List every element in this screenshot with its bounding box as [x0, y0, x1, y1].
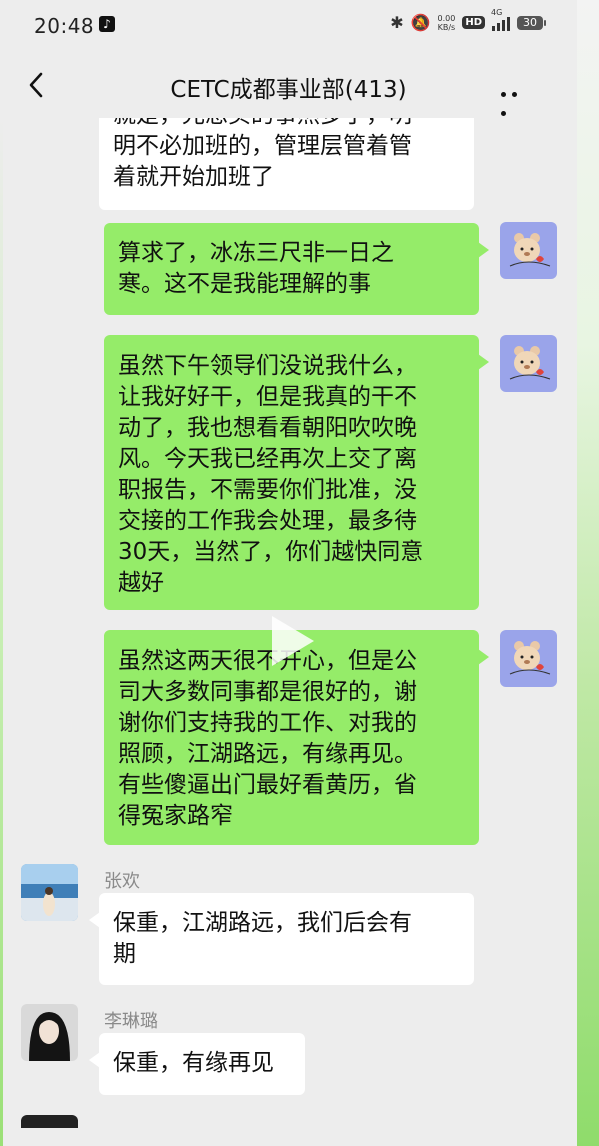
message-text-line: 着就开始加班了: [113, 164, 274, 190]
message-text-line: 30天，当然了，你们越快同意: [118, 539, 424, 565]
message-text-line: 谢你们支持我的工作、对我的: [118, 710, 417, 736]
bear-icon: [509, 233, 551, 267]
message-bubble[interactable]: 保重，江湖路远，我们后会有 期: [89, 893, 474, 985]
chat-header: CETC成都事业部(413): [0, 52, 577, 118]
portrait-photo-avatar: [21, 1004, 78, 1061]
network-speed: 0.00 KB/s: [438, 14, 456, 32]
my-avatar[interactable]: [500, 222, 557, 279]
message-text-line: 算求了，冰冻三尺非一日之: [118, 240, 394, 266]
my-avatar[interactable]: [500, 630, 557, 687]
message-text-line: 动了，我也想看看朝阳吹吹晚: [118, 415, 417, 441]
message-text-line: 风。今天我已经再次上交了离: [118, 446, 417, 472]
hd-badge: HD: [462, 16, 485, 29]
chat-area[interactable]: 就是，光想买的事然多了，明 明不必加班的，管理层管着管 着就开始加班了 算求了，…: [0, 118, 577, 1128]
status-icons: ✱ 🔕 0.00 KB/s HD 4G 30: [390, 8, 546, 32]
more-options-icon[interactable]: [501, 82, 531, 116]
message-text-line: 越好: [118, 570, 164, 596]
message-text-line: 保重，江湖路远，我们后会有: [113, 910, 412, 936]
message-text-line: 司大多数同事都是很好的，谢: [118, 679, 417, 705]
message-text-line: 寒。这不是我能理解的事: [118, 271, 371, 297]
message-bubble[interactable]: 算求了，冰冻三尺非一日之 寒。这不是我能理解的事: [104, 223, 489, 315]
bear-icon: [509, 346, 551, 380]
tiktok-icon: ♪: [99, 16, 115, 32]
sender-avatar[interactable]: [21, 1004, 78, 1061]
mute-icon: 🔕: [410, 13, 431, 32]
page-edge-gradient: [577, 0, 599, 1146]
message-text-line: 就是，光想买的事然多了，明: [113, 118, 460, 131]
chat-title: CETC成都事业部(413): [170, 77, 407, 103]
status-bar: 20:48 ♪ ✱ 🔕 0.00 KB/s HD 4G 30: [0, 0, 577, 52]
message-text-line: 明不必加班的，管理层管着管: [113, 133, 412, 159]
message-text-line: 职报告，不需要你们批准，没: [118, 477, 417, 503]
sender-name: 张欢: [104, 871, 140, 892]
play-icon[interactable]: [272, 616, 314, 666]
network-type: 4G: [491, 7, 503, 17]
message-bubble[interactable]: 就是，光想买的事然多了，明 明不必加班的，管理层管着管 着就开始加班了: [99, 118, 474, 210]
message-bubble[interactable]: 保重，有缘再见: [89, 1033, 305, 1095]
message-text-line: 虽然下午领导们没说我什么，: [118, 353, 417, 379]
message-text-line: 让我好好干，但是我真的干不: [118, 384, 417, 410]
sender-name: 李琳璐: [104, 1011, 158, 1032]
status-time: 20:48: [34, 14, 95, 38]
bluetooth-icon: ✱: [390, 13, 404, 32]
network-speed-unit: KB/s: [437, 22, 456, 32]
network-speed-value: 0.00: [437, 13, 456, 23]
next-avatar-partial: [21, 1115, 78, 1128]
message-text-line: 保重，有缘再见: [113, 1050, 274, 1076]
message-text-line: 有些傻逼出门最好看黄历，省: [118, 772, 417, 798]
signal-icon: 4G: [491, 8, 510, 31]
message-text-line: 得冤家路窄: [118, 803, 233, 829]
message-bubble[interactable]: 虽然下午领导们没说我什么， 让我好好干，但是我真的干不 动了，我也想看看朝阳吹吹…: [104, 335, 489, 610]
sender-avatar[interactable]: [21, 864, 78, 921]
bear-icon: [509, 641, 551, 675]
beach-photo-avatar: [21, 864, 78, 921]
battery-icon: 30: [517, 15, 546, 30]
message-text-line: 交接的工作我会处理，最多待: [118, 508, 417, 534]
message-text-line: 照顾，江湖路远，有缘再见。: [118, 741, 417, 767]
my-avatar[interactable]: [500, 335, 557, 392]
message-text-line: 期: [113, 941, 136, 967]
